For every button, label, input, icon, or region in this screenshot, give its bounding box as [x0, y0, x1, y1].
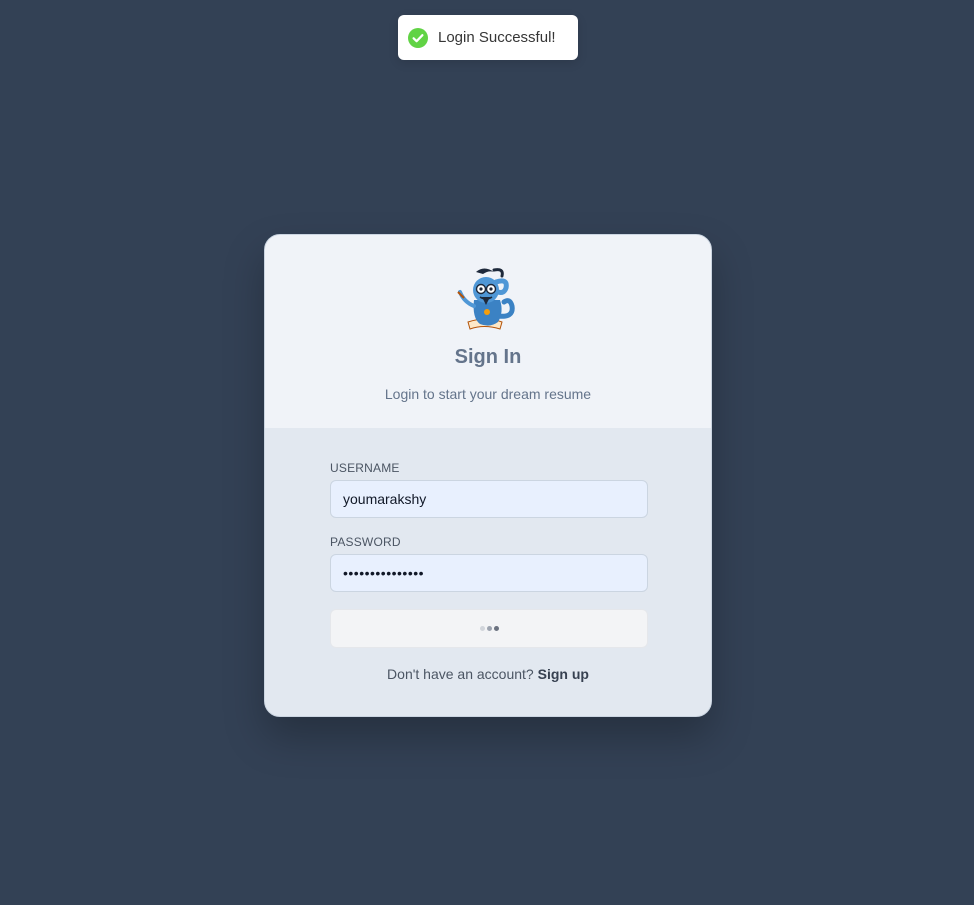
loading-dots-icon [479, 626, 500, 631]
page-title: Sign In [454, 346, 522, 368]
username-label: USERNAME [330, 461, 400, 475]
sign-in-button[interactable] [330, 609, 648, 648]
password-input[interactable]: ••••••••••••••• [330, 554, 648, 592]
page-subtitle: Login to start your dream resume [384, 386, 592, 402]
login-card: Sign In Login to start your dream resume… [264, 234, 712, 717]
username-input[interactable] [330, 480, 648, 518]
genie-mascot-logo [457, 268, 515, 330]
login-card-header: Sign In Login to start your dream resume [265, 235, 711, 428]
check-circle-icon [408, 27, 428, 48]
password-label: PASSWORD [330, 535, 401, 549]
login-success-toast: Login Successful! [398, 15, 578, 60]
signup-prompt-text: Don't have an account? [387, 666, 534, 682]
signup-link[interactable]: Sign up [538, 666, 589, 682]
toast-message: Login Successful! [438, 29, 556, 46]
signup-prompt: Don't have an account? Sign up [265, 666, 711, 682]
